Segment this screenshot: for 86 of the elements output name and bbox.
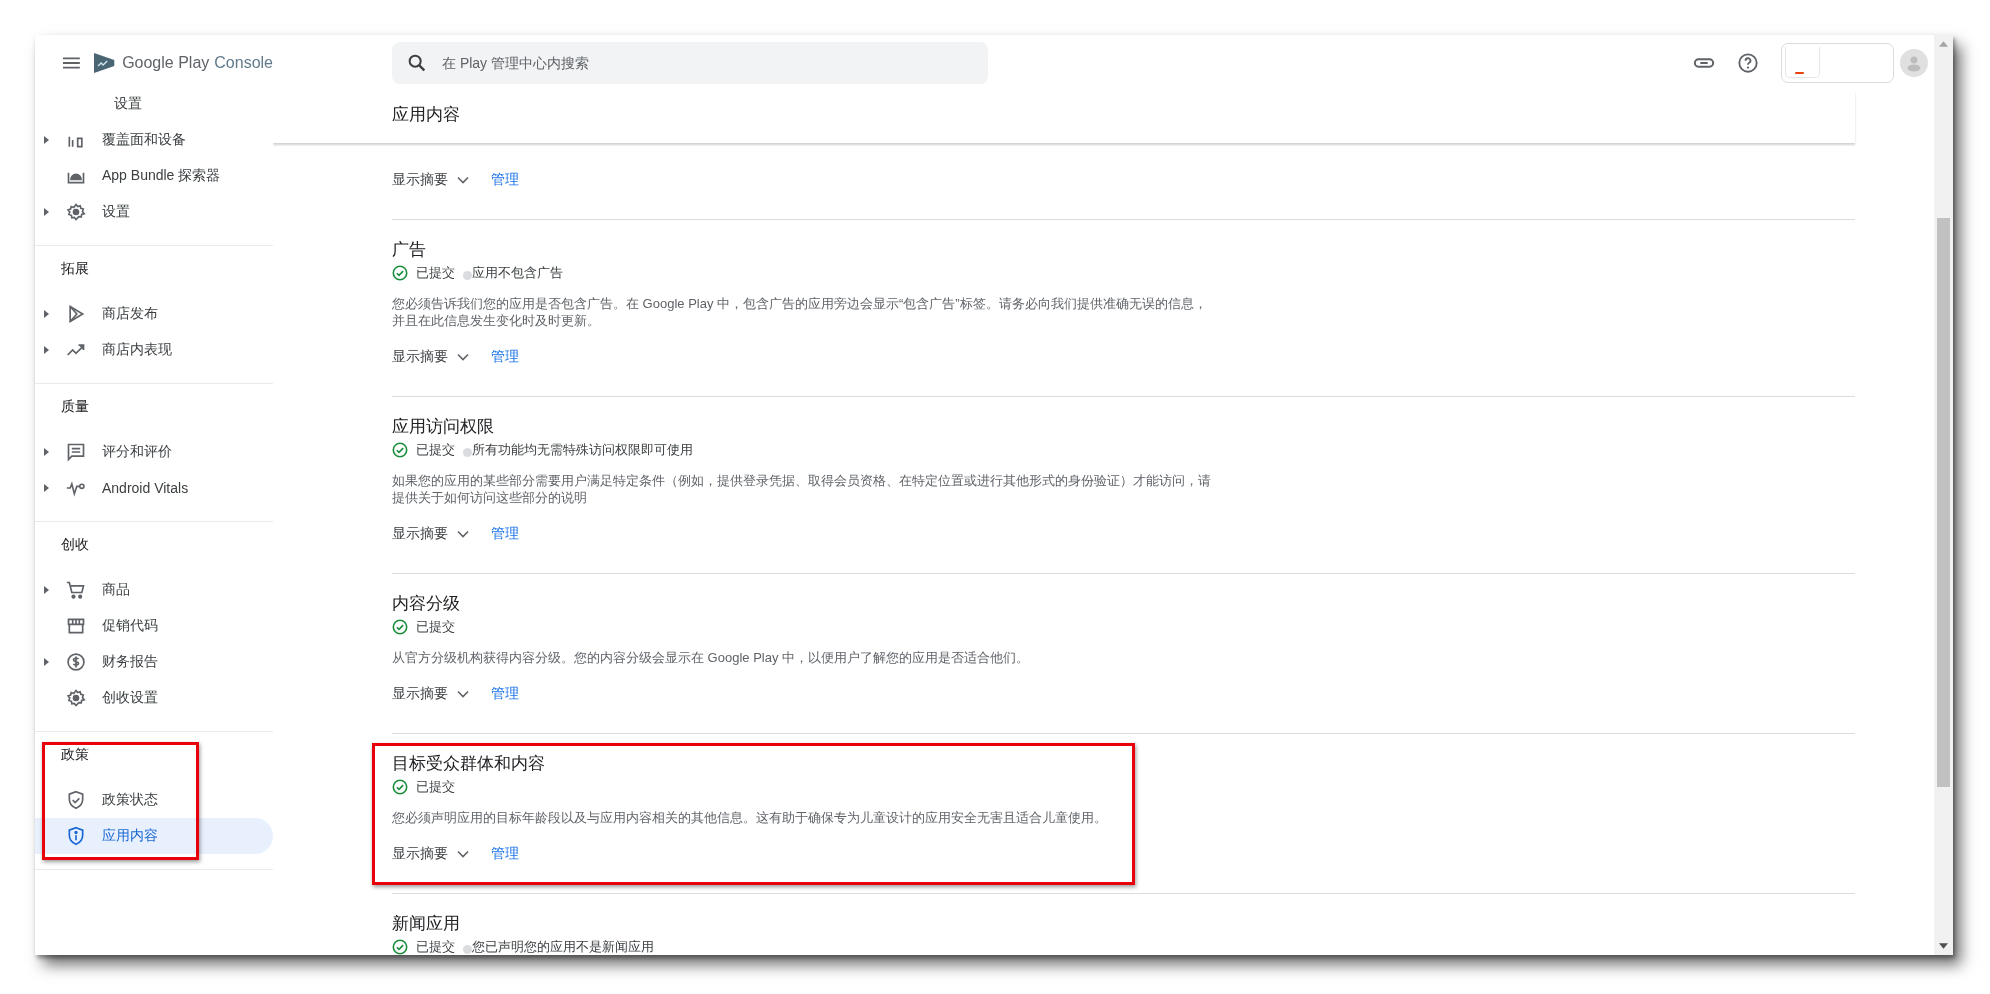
section-heading: 质量 xyxy=(60,397,90,416)
status-text: 已提交 xyxy=(416,264,455,282)
nav-item[interactable]: Android Vitals xyxy=(35,470,273,506)
nav-item[interactable]: 商店内表现 xyxy=(35,332,273,368)
section-description: 如果您的应用的某些部分需要用户满足特定条件（例如，提供登录凭据、取得会员资格、在特定位置或进行其他形式的身份验证）才能访问，请提供关于如何访问这些部分的说明 xyxy=(392,472,1212,506)
manage-link[interactable]: 管理 xyxy=(491,348,519,366)
check-circle-icon xyxy=(392,442,408,458)
cart-icon xyxy=(66,580,86,600)
settings-icon xyxy=(66,202,86,222)
dot-icon xyxy=(463,448,472,457)
logo-brand: Google Play xyxy=(122,54,210,72)
search-field[interactable]: 在 Play 管理中心内搜索 xyxy=(392,42,988,84)
section-title: 内容分级 xyxy=(392,593,461,615)
check-circle-icon xyxy=(392,779,408,795)
nav-item[interactable]: 设置 xyxy=(35,91,273,122)
chevron-down-icon xyxy=(457,530,469,538)
chevron-down-icon xyxy=(457,690,469,698)
page-title: 应用内容 xyxy=(392,104,461,126)
section-description: 您必须声明应用的目标年龄段以及与应用内容相关的其他信息。这有助于确保专为儿童设计的应用安全无害且适合儿童使用。 xyxy=(392,809,1108,826)
expand-arrow-icon[interactable] xyxy=(44,208,49,216)
nav-item[interactable]: 应用内容 xyxy=(35,818,273,854)
menu-icon[interactable] xyxy=(63,57,80,69)
section-heading: 政策 xyxy=(60,745,90,764)
section-title: 广告 xyxy=(392,239,427,261)
expand-arrow-icon[interactable] xyxy=(44,586,49,594)
search-icon xyxy=(406,52,428,74)
nav-item[interactable]: 政策状态 xyxy=(35,782,273,818)
nav-item[interactable]: 创收设置 xyxy=(35,680,273,716)
show-summary-button[interactable]: 显示摘要 xyxy=(392,348,469,366)
section-description: 从官方分级机构获得内容分级。您的内容分级会显示在 Google Play 中，以便用户了解您的应用是否适合他们。 xyxy=(392,649,1031,666)
play-icon xyxy=(66,304,86,324)
scroll-thumb[interactable] xyxy=(1937,218,1950,787)
show-summary-button[interactable]: 显示摘要 xyxy=(392,171,469,189)
status-note: 您已声明您的应用不是新闻应用 xyxy=(472,938,654,955)
manage-link[interactable]: 管理 xyxy=(491,685,519,703)
section-title: 应用访问权限 xyxy=(392,416,495,438)
chevron-down-icon xyxy=(457,353,469,361)
section-title: 目标受众群体和内容 xyxy=(392,753,546,775)
chevron-down-icon xyxy=(457,176,469,184)
show-summary-button[interactable]: 显示摘要 xyxy=(392,845,469,863)
manage-link[interactable]: 管理 xyxy=(491,171,519,189)
status-text: 已提交 xyxy=(416,778,455,796)
nav-item[interactable]: 评分和评价 xyxy=(35,434,273,470)
logo-product: Console xyxy=(214,54,273,72)
nav-item[interactable]: 财务报告 xyxy=(35,644,273,680)
settings-icon xyxy=(66,688,86,708)
check-circle-icon xyxy=(392,265,408,281)
section-heading: 创收 xyxy=(60,535,90,554)
dot-icon xyxy=(463,271,472,280)
section-title: 新闻应用 xyxy=(392,913,461,935)
store-icon xyxy=(66,616,86,636)
shield-check-icon xyxy=(66,790,86,810)
nav-item[interactable]: 商品 xyxy=(35,572,273,608)
dollar-icon xyxy=(66,652,86,672)
status-note: 所有功能均无需特殊访问权限即可使用 xyxy=(472,441,693,459)
check-circle-icon xyxy=(392,939,408,955)
chevron-down-icon xyxy=(457,850,469,858)
status-note: 应用不包含广告 xyxy=(472,264,563,282)
expand-arrow-icon[interactable] xyxy=(44,658,49,666)
nav-item[interactable]: 商店发布 xyxy=(35,296,273,332)
dot-icon xyxy=(463,945,472,954)
manage-link[interactable]: 管理 xyxy=(491,525,519,543)
show-summary-button[interactable]: 显示摘要 xyxy=(392,685,469,703)
scroll-down-icon[interactable] xyxy=(1939,943,1948,949)
status-text: 已提交 xyxy=(416,938,455,955)
nav-item[interactable]: 覆盖面和设备 xyxy=(35,122,273,158)
expand-arrow-icon[interactable] xyxy=(44,346,49,354)
logo-icon xyxy=(91,50,117,76)
scrollbar[interactable] xyxy=(1934,35,1953,955)
section-description: 您必须告诉我们您的应用是否包含广告。在 Google Play 中，包含广告的应用旁边会显示“包含广告”标签。请务必向我们提供准确无误的信息，并且在此信息发生变化时及时更新。 xyxy=(392,295,1208,329)
check-circle-icon xyxy=(392,619,408,635)
status-text: 已提交 xyxy=(416,618,455,636)
shield-info-icon xyxy=(66,826,86,846)
nav-item[interactable]: 促销代码 xyxy=(35,608,273,644)
nav-item[interactable]: 设置 xyxy=(35,194,273,230)
status-text: 已提交 xyxy=(416,441,455,459)
expand-arrow-icon[interactable] xyxy=(44,136,49,144)
expand-arrow-icon[interactable] xyxy=(44,484,49,492)
section-heading: 拓展 xyxy=(60,259,90,278)
review-icon xyxy=(66,442,86,462)
manage-link[interactable]: 管理 xyxy=(491,845,519,863)
expand-arrow-icon[interactable] xyxy=(44,310,49,318)
nav-item[interactable]: App Bundle 探索器 xyxy=(35,158,273,194)
help-icon[interactable] xyxy=(1737,52,1759,74)
show-summary-button[interactable]: 显示摘要 xyxy=(392,525,469,543)
expand-arrow-icon[interactable] xyxy=(44,448,49,456)
